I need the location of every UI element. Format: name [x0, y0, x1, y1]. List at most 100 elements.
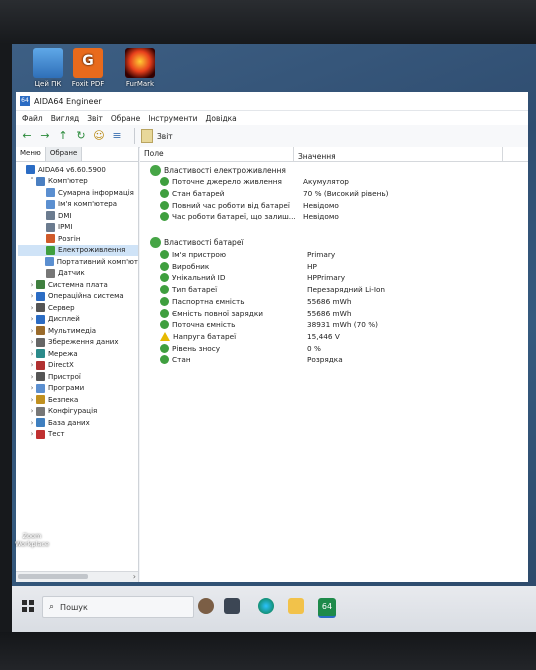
- property-row[interactable]: Стан Розрядка: [140, 354, 528, 366]
- menu-help[interactable]: Довідка: [206, 114, 237, 123]
- menu-view[interactable]: Вигляд: [51, 114, 79, 123]
- expand-right-icon[interactable]: ›: [28, 407, 36, 415]
- tree-item-label: Мережа: [48, 349, 78, 358]
- laptop-bezel-top: [0, 0, 536, 44]
- tree-item[interactable]: › DirectX: [18, 360, 138, 372]
- task-view-icon[interactable]: [224, 598, 240, 614]
- windows-start-icon[interactable]: [22, 600, 34, 612]
- tree-item[interactable]: Датчик: [18, 268, 138, 280]
- tree-item[interactable]: Сумарна інформація: [18, 187, 138, 199]
- expand-right-icon[interactable]: ›: [28, 384, 36, 392]
- column-value[interactable]: Значення: [294, 147, 503, 161]
- expand-right-icon[interactable]: ›: [28, 396, 36, 404]
- file-explorer-icon[interactable]: [288, 598, 304, 614]
- desktop-icon-furmark[interactable]: FurMark: [112, 48, 168, 88]
- tree-item[interactable]: › Системна плата: [18, 279, 138, 291]
- expand-down-icon[interactable]: ˅: [28, 177, 36, 185]
- property-row[interactable]: Поточна ємність 38931 mWh (70 %): [140, 319, 528, 331]
- tree-item[interactable]: › Збереження даних: [18, 337, 138, 349]
- tree-item[interactable]: › База даних: [18, 417, 138, 429]
- property-row[interactable]: Час роботи батареї, що залиш... Невідомо: [140, 211, 528, 223]
- property-row[interactable]: Паспортна ємність 55686 mWh: [140, 296, 528, 308]
- back-arrow-icon[interactable]: ←: [20, 129, 34, 143]
- aida64-taskbar-icon[interactable]: 64: [318, 598, 336, 618]
- tree-item[interactable]: › Мережа: [18, 348, 138, 360]
- property-row[interactable]: Рівень зносу 0 %: [140, 342, 528, 354]
- expand-right-icon[interactable]: ›: [28, 281, 36, 289]
- menu-favorites[interactable]: Обране: [111, 114, 140, 123]
- chart-icon[interactable]: ≡: [110, 129, 124, 143]
- menu-report[interactable]: Звіт: [87, 114, 103, 123]
- expand-right-icon[interactable]: ›: [28, 350, 36, 358]
- property-field: Ємність повної зарядки: [140, 308, 297, 318]
- edge-browser-icon[interactable]: [258, 598, 274, 614]
- tree-item-icon: [46, 268, 55, 278]
- battery-icon: [160, 189, 169, 199]
- property-row[interactable]: Виробник HP: [140, 260, 528, 272]
- battery-icon: [160, 296, 169, 306]
- tree-item[interactable]: › Дисплей: [18, 314, 138, 326]
- scroll-right-icon[interactable]: ›: [133, 572, 136, 581]
- property-value: Розрядка: [307, 355, 343, 365]
- property-row[interactable]: Повний час роботи від батареї Невідомо: [140, 199, 528, 211]
- tree-item[interactable]: › Тест: [18, 429, 138, 441]
- property-row[interactable]: Ємність повної зарядки 55686 mWh: [140, 307, 528, 319]
- refresh-icon[interactable]: ↻: [74, 129, 88, 143]
- tree-item[interactable]: › Безпека: [18, 394, 138, 406]
- tab-menu[interactable]: Меню: [16, 147, 46, 161]
- users-icon[interactable]: ☺: [92, 129, 106, 143]
- expand-right-icon[interactable]: ›: [28, 304, 36, 312]
- property-field: Ім'я пристрою: [140, 250, 297, 260]
- expand-right-icon[interactable]: ›: [28, 292, 36, 300]
- taskbar-search[interactable]: ⌕ Пошук: [42, 596, 194, 618]
- property-field: Тип батареї: [140, 285, 297, 295]
- property-row[interactable]: Стан батарей 70 % (Високий рівень): [140, 188, 528, 200]
- expand-right-icon[interactable]: ›: [28, 315, 36, 323]
- tree-item[interactable]: › Програми: [18, 383, 138, 395]
- tree-item[interactable]: › Мультимедіа: [18, 325, 138, 337]
- menu-file[interactable]: Файл: [22, 114, 43, 123]
- nav-tree: AIDA64 v6.60.5900 ˅ Комп'ютер Сумарна інфор…: [16, 162, 138, 440]
- property-row[interactable]: Унікальний ID HPPrimary: [140, 272, 528, 284]
- menu-tools[interactable]: Інструменти: [148, 114, 197, 123]
- horizontal-scrollbar[interactable]: ›: [16, 571, 138, 582]
- tree-item[interactable]: › Операційна система: [18, 291, 138, 303]
- expand-right-icon[interactable]: ›: [28, 430, 36, 438]
- column-field[interactable]: Поле: [140, 147, 294, 161]
- expand-right-icon[interactable]: ›: [28, 373, 36, 381]
- expand-right-icon[interactable]: ›: [28, 338, 36, 346]
- tree-item[interactable]: ˅ Комп'ютер: [18, 176, 138, 188]
- up-arrow-icon[interactable]: ↑: [56, 129, 70, 143]
- tree-item[interactable]: DMI: [18, 210, 138, 222]
- tree-item[interactable]: Ім'я комп'ютера: [18, 199, 138, 211]
- property-value: Невідомо: [303, 212, 339, 222]
- tab-favorites[interactable]: Обране: [45, 147, 83, 161]
- report-button[interactable]: Звіт: [141, 129, 173, 143]
- property-row[interactable]: Тип батареї Перезарядний Li-Ion: [140, 284, 528, 296]
- window-titlebar[interactable]: 64 AIDA64 Engineer: [16, 92, 528, 111]
- expand-right-icon[interactable]: ›: [28, 327, 36, 335]
- tree-item[interactable]: Електроживлення: [18, 244, 138, 256]
- tree-item[interactable]: AIDA64 v6.60.5900: [18, 164, 138, 176]
- tree-item[interactable]: › Конфігурація: [18, 406, 138, 418]
- desktop-icon-foxit[interactable]: G Foxit PDF: [60, 48, 116, 88]
- tree-item[interactable]: IPMI: [18, 222, 138, 234]
- tree-item[interactable]: Розгін: [18, 233, 138, 245]
- scrollbar-thumb[interactable]: [18, 574, 88, 579]
- property-field: Стан батарей: [140, 189, 297, 199]
- forward-arrow-icon[interactable]: →: [38, 129, 52, 143]
- property-row[interactable]: Напруга батареї 15,446 V: [140, 331, 528, 343]
- property-row[interactable]: Поточне джерело живлення Акумулятор: [140, 176, 528, 188]
- battery-icon: [160, 355, 169, 365]
- property-field-label: Рівень зносу: [172, 343, 221, 353]
- property-row[interactable]: Ім'я пристрою Primary: [140, 249, 528, 261]
- tree-item[interactable]: › Сервер: [18, 302, 138, 314]
- desktop-icon-zoom[interactable]: Zoom Workplace: [12, 532, 68, 548]
- battery-icon: [160, 212, 169, 222]
- property-field: Паспортна ємність: [140, 296, 297, 306]
- tree-item[interactable]: › Пристрої: [18, 371, 138, 383]
- taskbar-weather-icon[interactable]: [198, 598, 214, 614]
- tree-item[interactable]: Портативний комп'ют: [18, 256, 138, 268]
- expand-right-icon[interactable]: ›: [28, 361, 36, 369]
- expand-right-icon[interactable]: ›: [28, 419, 36, 427]
